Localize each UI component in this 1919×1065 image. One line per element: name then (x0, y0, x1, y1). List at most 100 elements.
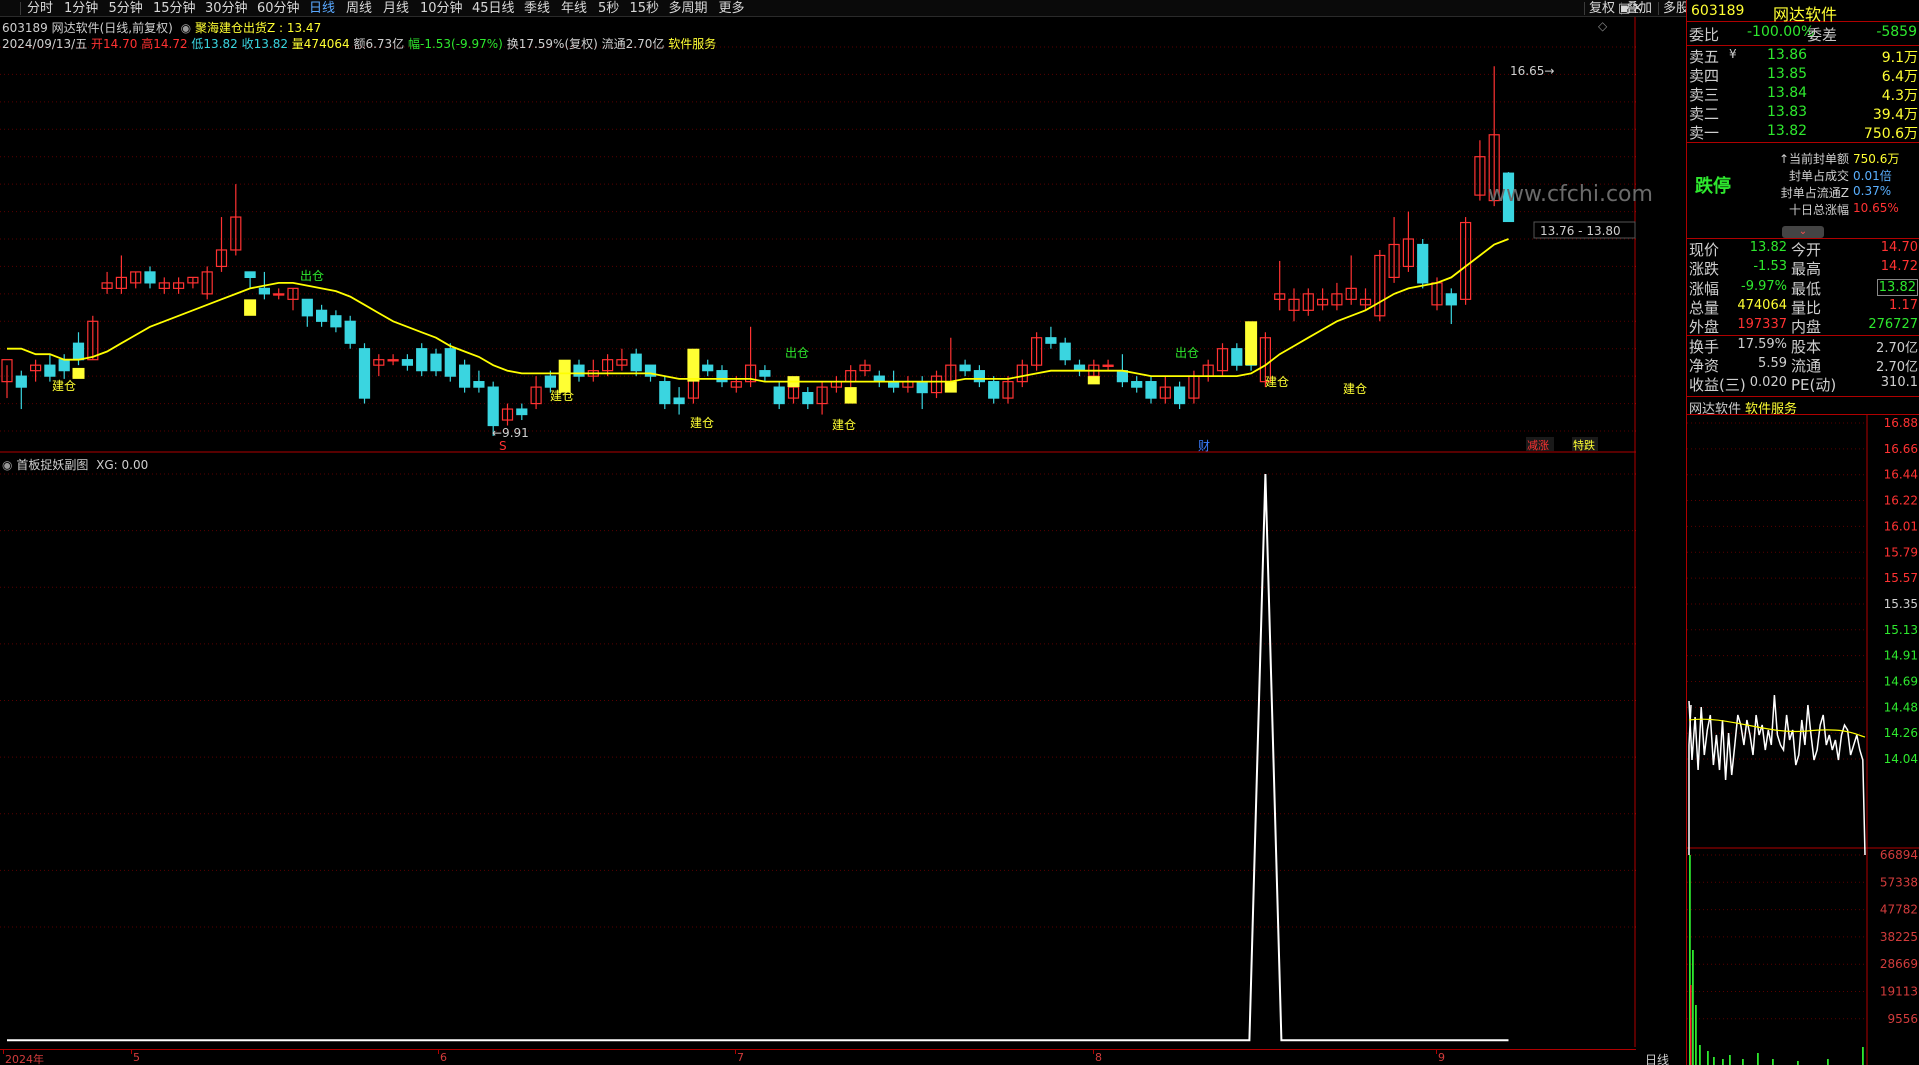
quote-name: 网达软件 (1773, 5, 1838, 24)
tool-button-8[interactable]: 复权 (1589, 0, 1615, 17)
build-signal: 建仓 (1265, 375, 1289, 389)
candle (630, 348, 642, 377)
close-icon[interactable]: ✕ (1632, 0, 1643, 17)
candle (1445, 288, 1457, 325)
period-tab-1[interactable]: 1分钟 (64, 0, 98, 17)
candle (501, 403, 514, 426)
sell-price: 13.83 (1767, 104, 1808, 120)
sell-volume: 6.4万 (1881, 69, 1918, 85)
mini-volume-tick: 38225 (1880, 930, 1918, 944)
period-tab-8[interactable]: 月线 (383, 0, 409, 17)
candle (316, 304, 328, 327)
candle (673, 387, 685, 415)
signal-bar (244, 299, 257, 316)
period-tab-6[interactable]: 日线 (309, 0, 335, 17)
candle (1402, 211, 1415, 272)
candle (516, 403, 528, 421)
volume-bar (1699, 1045, 1701, 1065)
collapse-icon[interactable]: ⌄ (1782, 226, 1824, 238)
mini-price-tick: 16.88 (1884, 416, 1918, 430)
period-tab-11[interactable]: 季线 (524, 0, 550, 17)
period-tab-12[interactable]: 年线 (561, 0, 587, 17)
period-tab-16[interactable]: 更多 (719, 0, 745, 17)
quote-header: 603189 网达软件 (1687, 0, 1919, 24)
candle (1231, 343, 1243, 371)
mini-price-tick: 15.35 (1884, 597, 1918, 611)
period-tab-7[interactable]: 周线 (346, 0, 372, 17)
time-tick (735, 1050, 736, 1054)
seal-value: 0.37% (1853, 184, 1892, 198)
stat-label: 股本 (1791, 337, 1822, 356)
limit-state: 跌停 (1695, 176, 1731, 197)
candle (802, 387, 814, 410)
volume-bar (1729, 1055, 1731, 1065)
signal-bar (687, 348, 700, 382)
candle (1045, 326, 1057, 349)
candle (115, 255, 128, 294)
s-marker: S (499, 439, 507, 453)
period-tab-14[interactable]: 15秒 (630, 0, 660, 17)
stat-value: 2.70亿 (1876, 340, 1918, 356)
candle (301, 298, 313, 327)
indicator-icon[interactable]: ◉ (181, 21, 191, 35)
stat-value: 310.1 (1880, 375, 1918, 391)
mini-price-tick: 16.22 (1884, 494, 1918, 508)
sell-label: 卖二 (1689, 105, 1720, 123)
period-tab-9[interactable]: 10分钟 (420, 0, 463, 17)
sub-panel-icon[interactable]: ◉ (2, 458, 12, 472)
build-signal: 建仓 (690, 416, 714, 430)
watermark: www.cfchi.com (1488, 182, 1653, 207)
chart-settings-icon[interactable]: ◇ (1598, 19, 1607, 33)
candle (530, 376, 542, 410)
exit-signal: 出仓 (785, 346, 809, 360)
volume-bar (1690, 985, 1692, 1065)
period-tab-15[interactable]: 多周期 (669, 0, 708, 17)
candle (930, 370, 943, 399)
volume-bar (1707, 1051, 1709, 1065)
seal-info: ↑当前封单额 750.6万 封单占成交 0.01倍 封单占流通Z 0.37% 十日总涨幅 10… (1747, 150, 1917, 222)
candle (1216, 343, 1229, 377)
candle (873, 370, 885, 388)
candle (101, 271, 113, 294)
stock-title: 603189 网达软件(日线,前复权) (2, 21, 173, 35)
period-tab-5[interactable]: 60分钟 (257, 0, 300, 17)
sub-panel-value: XG: 0.00 (96, 458, 149, 472)
period-tab-2[interactable]: 5分钟 (109, 0, 143, 17)
candle (30, 359, 42, 382)
candle (1374, 249, 1386, 322)
period-tab-3[interactable]: 15分钟 (153, 0, 196, 17)
candle (44, 354, 56, 382)
sell-price: 13.86 (1767, 47, 1808, 63)
candlestick-chart[interactable]: 17.0016.5016.0015.5015.0014.5014.0013.50… (0, 17, 1636, 453)
candle (1073, 359, 1086, 377)
indicator-subchart[interactable]: 1.000.900.800.700.600.500.400.300.20 (0, 453, 1636, 1047)
stat-label: 最低 (1791, 279, 1822, 298)
candle (902, 376, 914, 393)
seal-label: 封单占成交 (1788, 169, 1849, 183)
candle (659, 376, 671, 410)
info-low: 低13.82 (191, 37, 238, 51)
candle (1016, 359, 1028, 388)
candle (444, 343, 456, 382)
intraday-minichart[interactable]: 16.88 16.66 16.44 16.22 16.01 15.79 15.57 15.35… (1687, 415, 1919, 1065)
time-label: 9 (1438, 1051, 1445, 1064)
time-label: 8 (1095, 1051, 1102, 1064)
candle (1102, 359, 1114, 371)
candle (1316, 288, 1329, 311)
stat-label: PE(动) (1791, 376, 1837, 395)
mini-price-tick: 15.13 (1884, 623, 1918, 637)
candle (130, 271, 142, 289)
float-window-icon[interactable]: ▣ (1618, 0, 1630, 17)
candle (459, 359, 471, 393)
info-volume: 量474064 (291, 37, 350, 51)
period-tab-10[interactable]: 45日线 (472, 0, 515, 17)
sell-volume: 39.4万 (1872, 107, 1918, 123)
period-tab-0[interactable]: 分时 (27, 0, 53, 17)
candle (1159, 376, 1171, 404)
period-tab-4[interactable]: 30分钟 (205, 0, 248, 17)
period-tab-13[interactable]: 5秒 (598, 0, 619, 17)
stat-value: 13.82 (1876, 278, 1918, 296)
mini-volume-tick: 47782 (1880, 903, 1918, 917)
sell-volume: 750.6万 (1863, 126, 1918, 142)
stat-label: 涨跌 (1689, 260, 1720, 279)
